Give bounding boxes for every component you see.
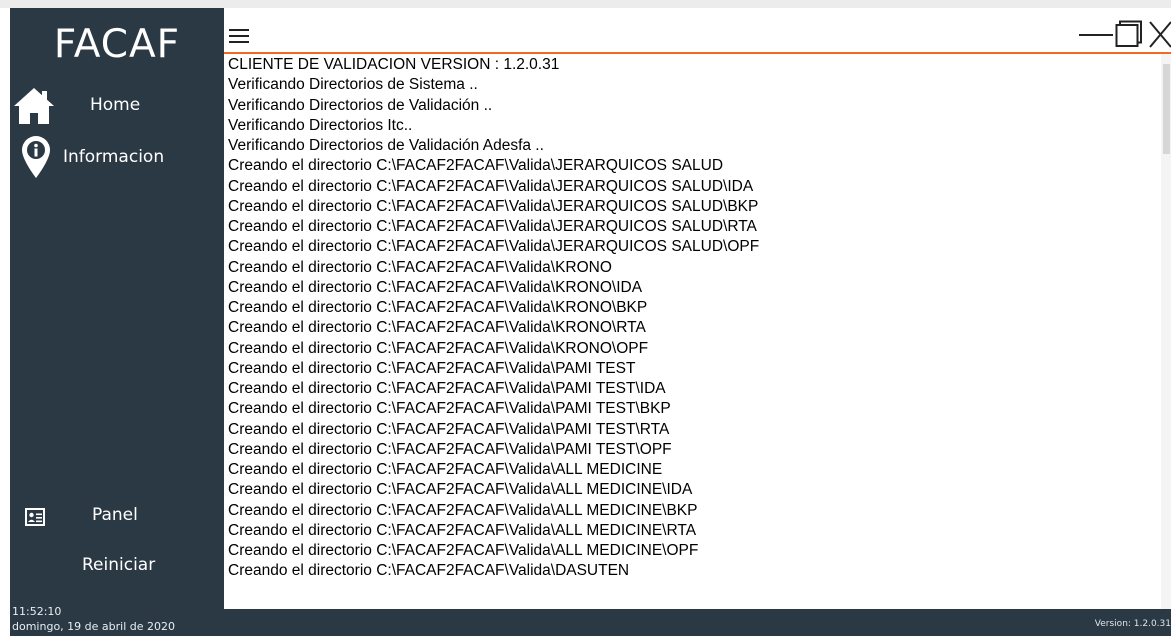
sidebar-item-label: Informacion: [63, 147, 165, 167]
sidebar-item-panel[interactable]: Panel: [10, 496, 224, 538]
sidebar: FACAF Home Informacion Panel Reiniciar 1…: [10, 8, 224, 636]
sidebar-item-home[interactable]: Home: [10, 85, 224, 127]
home-icon: [14, 88, 54, 124]
log-line: Creando el directorio C:\FACAF2FACAF\Val…: [228, 481, 693, 499]
log-line: Verificando Directorios Itc..: [228, 116, 413, 134]
log-line: Creando el directorio C:\FACAF2FACAF\Val…: [228, 380, 666, 397]
close-icon[interactable]: [1149, 21, 1171, 49]
id-card-icon: [25, 508, 45, 526]
log-panel: CLIENTE DE VALIDACION VERSION : 1.2.0.31…: [224, 54, 1171, 609]
log-line: Creando el directorio C:\FACAF2FACAF\Val…: [228, 278, 643, 296]
log-line: Creando el directorio C:\FACAF2FACAF\Val…: [228, 542, 699, 559]
hamburger-icon[interactable]: [229, 29, 249, 43]
log-line: Creando el directorio C:\FACAF2FACAF\Val…: [228, 299, 648, 316]
sidebar-item-reiniciar[interactable]: Reiniciar: [10, 546, 224, 588]
log-scrollbar[interactable]: [1161, 54, 1171, 609]
location-info-icon: [22, 136, 50, 178]
log-line: Creando el directorio C:\FACAF2FACAF\Val…: [228, 440, 672, 458]
version-label: Version: 1.2.0.31: [1094, 619, 1171, 629]
log-line: Creando el directorio C:\FACAF2FACAF\Val…: [228, 562, 630, 580]
window-top-edge: [0, 0, 1171, 8]
log-line: Verificando Directorios de Validación Ad…: [228, 137, 544, 154]
log-line: Creando el directorio C:\FACAF2FACAF\Val…: [228, 359, 636, 377]
sidebar-item-label: Home: [90, 95, 141, 115]
log-output: CLIENTE DE VALIDACION VERSION : 1.2.0.31…: [228, 55, 1158, 609]
maximize-icon[interactable]: [1115, 20, 1143, 48]
log-line: Creando el directorio C:\FACAF2FACAF\Val…: [228, 501, 698, 519]
log-line: Creando el directorio C:\FACAF2FACAF\Val…: [228, 238, 760, 256]
log-line: Creando el directorio C:\FACAF2FACAF\Val…: [228, 177, 754, 195]
sidebar-item-label: Reiniciar: [82, 555, 156, 575]
clock-time: 11:52:10: [12, 605, 62, 618]
log-line: Verificando Directorios de Sistema ..: [228, 76, 478, 94]
log-line: Creando el directorio C:\FACAF2FACAF\Val…: [228, 339, 649, 357]
sidebar-item-label: Panel: [92, 505, 138, 525]
log-line: Creando el directorio C:\FACAF2FACAF\Val…: [228, 157, 724, 175]
log-scrollbar-thumb[interactable]: [1163, 64, 1170, 154]
status-bar: Version: 1.2.0.31: [224, 609, 1171, 636]
log-line: Creando el directorio C:\FACAF2FACAF\Val…: [228, 319, 646, 337]
log-line: Verificando Directorios de Validación ..: [228, 96, 493, 114]
log-line: Creando el directorio C:\FACAF2FACAF\Val…: [228, 258, 612, 276]
log-line: Creando el directorio C:\FACAF2FACAF\Val…: [228, 197, 759, 215]
log-line: Creando el directorio C:\FACAF2FACAF\Val…: [228, 521, 697, 539]
clock-date: domingo, 19 de abril de 2020: [12, 620, 175, 633]
minimize-icon[interactable]: [1079, 34, 1113, 37]
sidebar-item-informacion[interactable]: Informacion: [10, 135, 224, 178]
log-line: Creando el directorio C:\FACAF2FACAF\Val…: [228, 218, 757, 235]
brand-title: FACAF: [53, 22, 181, 67]
title-bar: [224, 8, 1171, 52]
clock: 11:52:10 domingo, 19 de abril de 2020: [12, 604, 175, 634]
log-line: CLIENTE DE VALIDACION VERSION : 1.2.0.31: [228, 56, 560, 73]
log-line: Creando el directorio C:\FACAF2FACAF\Val…: [228, 461, 663, 478]
log-line: Creando el directorio C:\FACAF2FACAF\Val…: [228, 420, 670, 438]
log-line: Creando el directorio C:\FACAF2FACAF\Val…: [228, 400, 671, 418]
